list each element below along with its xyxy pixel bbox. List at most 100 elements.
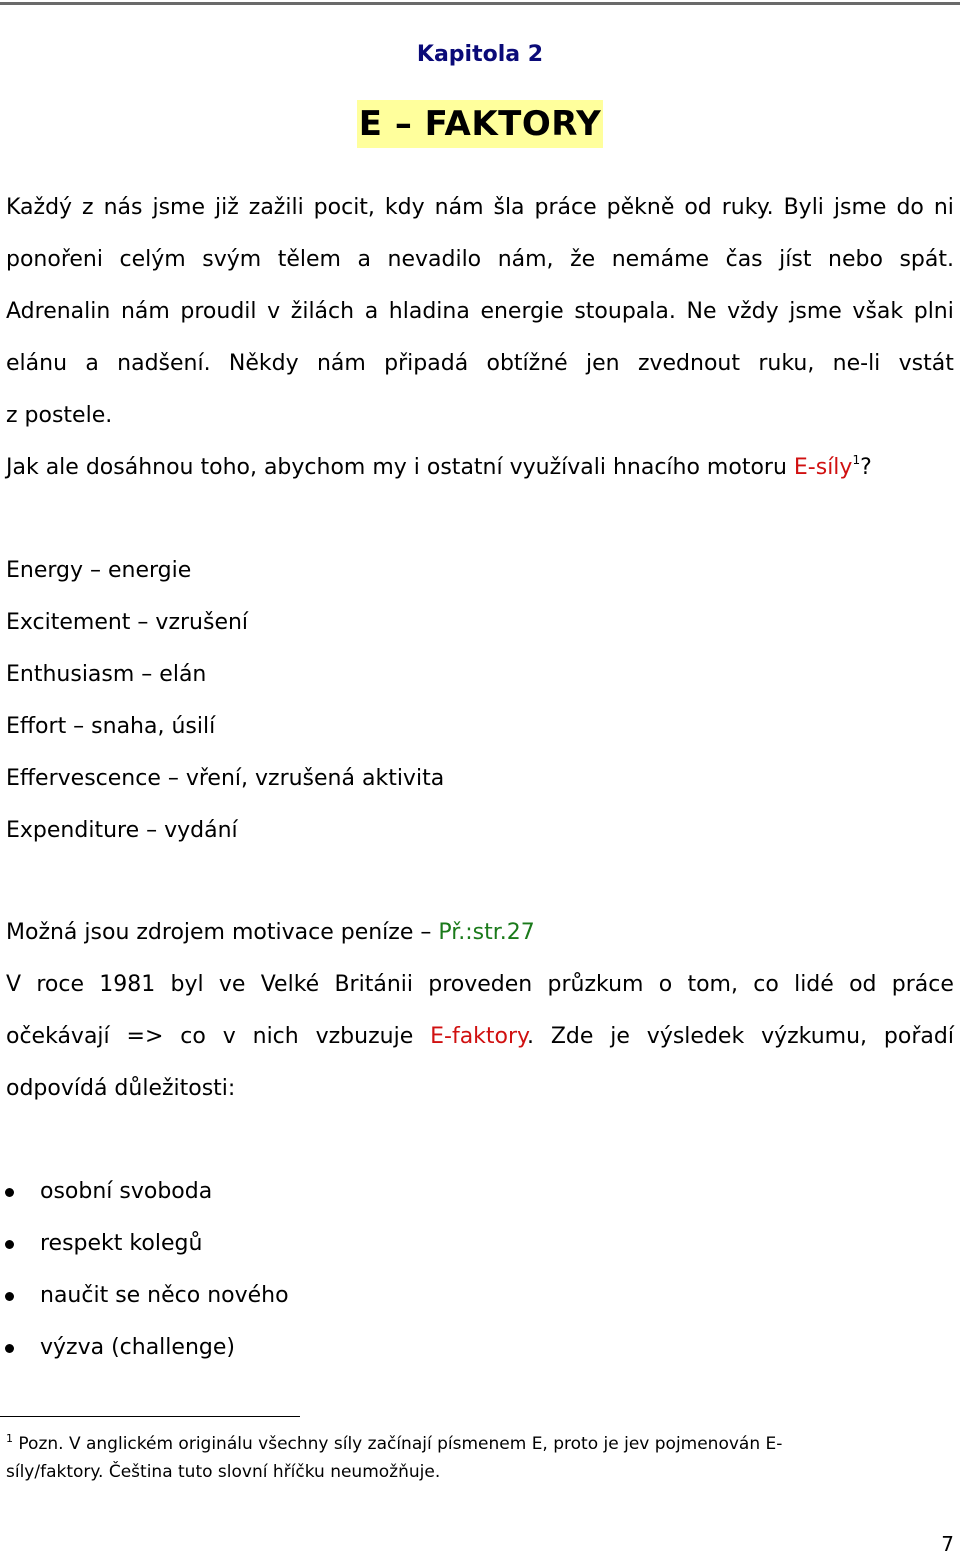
word-part: kdy bbox=[384, 195, 425, 220]
word: o bbox=[659, 959, 672, 1011]
bullet-icon bbox=[5, 1188, 14, 1197]
question-mark: ? bbox=[860, 455, 872, 480]
word: Zde bbox=[551, 1011, 594, 1063]
word: roce bbox=[36, 959, 84, 1011]
word-part: nám bbox=[434, 195, 484, 220]
word: Každý bbox=[6, 182, 72, 234]
word-part: proudil bbox=[180, 299, 257, 324]
top-border bbox=[0, 2, 960, 5]
intro-line: elánu a nadšení. Někdy nám připadá obtížné jen z… bbox=[6, 338, 954, 390]
word: jsme bbox=[789, 286, 842, 338]
intro-line: ponořeni celým svým tělem a nevadilo nám, že nem… bbox=[6, 234, 954, 286]
word: v bbox=[267, 286, 280, 338]
word-part: od bbox=[684, 195, 712, 220]
survey-line: Vroce 1981 byl ve Velké Británii proveden průzk… bbox=[6, 959, 954, 1011]
word-part: již bbox=[215, 195, 239, 220]
bullet-icon bbox=[5, 1292, 14, 1301]
word: nás bbox=[104, 182, 143, 234]
word: obtížné bbox=[487, 338, 568, 390]
word: průzkum bbox=[548, 959, 644, 1011]
word-part: výzkumu, bbox=[761, 1024, 868, 1049]
word: Byli bbox=[784, 182, 824, 234]
word: vzbuzuje bbox=[316, 1011, 414, 1063]
footnote-ref[interactable]: 1 bbox=[852, 453, 860, 467]
word-part: vzbuzuje bbox=[315, 1024, 414, 1049]
word-part: ruky. bbox=[721, 195, 774, 220]
word-part: stoupala. bbox=[574, 299, 676, 324]
footnote-line: 1 Pozn. V anglickém originálu všechny sí… bbox=[6, 1430, 906, 1458]
word-part: Británii bbox=[334, 972, 413, 997]
word-part: nám, bbox=[497, 247, 554, 272]
word: proudil bbox=[180, 286, 256, 338]
word: od bbox=[849, 959, 876, 1011]
word-part: svým bbox=[202, 247, 262, 272]
word-part: tom, bbox=[687, 972, 738, 997]
result-item: naučit se něco nového bbox=[0, 1270, 960, 1322]
word-part: zvednout bbox=[637, 351, 740, 376]
word: nám bbox=[435, 182, 484, 234]
e-factor-item: Effort – snaha, úsilí bbox=[6, 714, 216, 739]
word-part: proveden bbox=[428, 972, 533, 997]
money-note: Možná jsou zdrojem motivace peníze – Př.… bbox=[6, 907, 954, 959]
word: ve bbox=[219, 959, 246, 1011]
word: hladina bbox=[389, 286, 470, 338]
word: elánu bbox=[6, 338, 67, 390]
word: do bbox=[896, 182, 923, 234]
word-part: spát. bbox=[899, 247, 954, 272]
result-text: naučit se něco nového bbox=[40, 1283, 289, 1308]
word: a bbox=[365, 286, 378, 338]
word: ruku, bbox=[758, 338, 814, 390]
word-part: Byli bbox=[783, 195, 824, 220]
word-part: pocit, bbox=[313, 195, 375, 220]
e-factor-item: Expenditure – vydání bbox=[6, 818, 238, 843]
e-sily-highlight: E-síly bbox=[793, 455, 853, 480]
word: ruky. bbox=[722, 182, 774, 234]
money-note-text: Možná jsou zdrojem motivace peníze – bbox=[6, 920, 439, 945]
word-part: ponořeni bbox=[6, 247, 103, 272]
survey-section: Možná jsou zdrojem motivace peníze – Př.… bbox=[6, 907, 954, 1115]
word: lidé bbox=[794, 959, 834, 1011]
word-part: obtížné bbox=[486, 351, 568, 376]
footnote-line: síly/faktory. Čeština tuto slovní hříčku… bbox=[6, 1462, 441, 1482]
word-part: celým bbox=[119, 247, 186, 272]
word-part: ve bbox=[218, 972, 246, 997]
word-part: o bbox=[658, 972, 673, 997]
word-part: nás bbox=[103, 195, 143, 220]
word-part: jsme bbox=[789, 299, 842, 324]
result-text: výzva (challenge) bbox=[40, 1335, 235, 1360]
e-factor-item: Effervescence – vření, vzrušená aktivita bbox=[6, 766, 445, 791]
word-part: ruku, bbox=[758, 351, 815, 376]
word: plni bbox=[914, 286, 954, 338]
word: nevadilo bbox=[388, 234, 482, 286]
word: čas bbox=[726, 234, 763, 286]
word-part: . bbox=[526, 1024, 534, 1049]
word-part: do bbox=[896, 195, 924, 220]
word: 1981 bbox=[99, 959, 155, 1011]
chapter-label: Kapitola 2 bbox=[416, 42, 544, 67]
word: výsledek bbox=[647, 1011, 744, 1063]
word-part: Ne bbox=[686, 299, 717, 324]
intro-paragraph: Každý z nás jsme již zažili pocit, kdy nám šla prá… bbox=[6, 182, 954, 494]
word: Někdy bbox=[229, 338, 299, 390]
result-item: výzva (challenge) bbox=[0, 1322, 960, 1374]
word: výzkumu, bbox=[761, 1011, 867, 1063]
bullet-icon bbox=[5, 1240, 14, 1249]
word-part: nevadilo bbox=[387, 247, 482, 272]
word-part: žilách bbox=[290, 299, 355, 324]
question-text: Jak ale dosáhnou toho, abychom my i osta… bbox=[6, 455, 794, 480]
word: spát. bbox=[899, 234, 954, 286]
word-part: a bbox=[85, 351, 99, 376]
word: práce bbox=[892, 959, 954, 1011]
word: pořadí bbox=[884, 1011, 954, 1063]
word-part: čas bbox=[725, 247, 763, 272]
result-item: respekt kolegů bbox=[0, 1218, 960, 1270]
word-part: pořadí bbox=[883, 1024, 954, 1049]
word-part: ne-li bbox=[832, 351, 881, 376]
word-part: lidé bbox=[794, 972, 834, 997]
word-part: nebo bbox=[828, 247, 883, 272]
word: ni bbox=[934, 182, 954, 234]
word-part: průzkum bbox=[547, 972, 644, 997]
word: jíst bbox=[779, 234, 811, 286]
word: celým bbox=[120, 234, 186, 286]
word-part: nemáme bbox=[611, 247, 710, 272]
